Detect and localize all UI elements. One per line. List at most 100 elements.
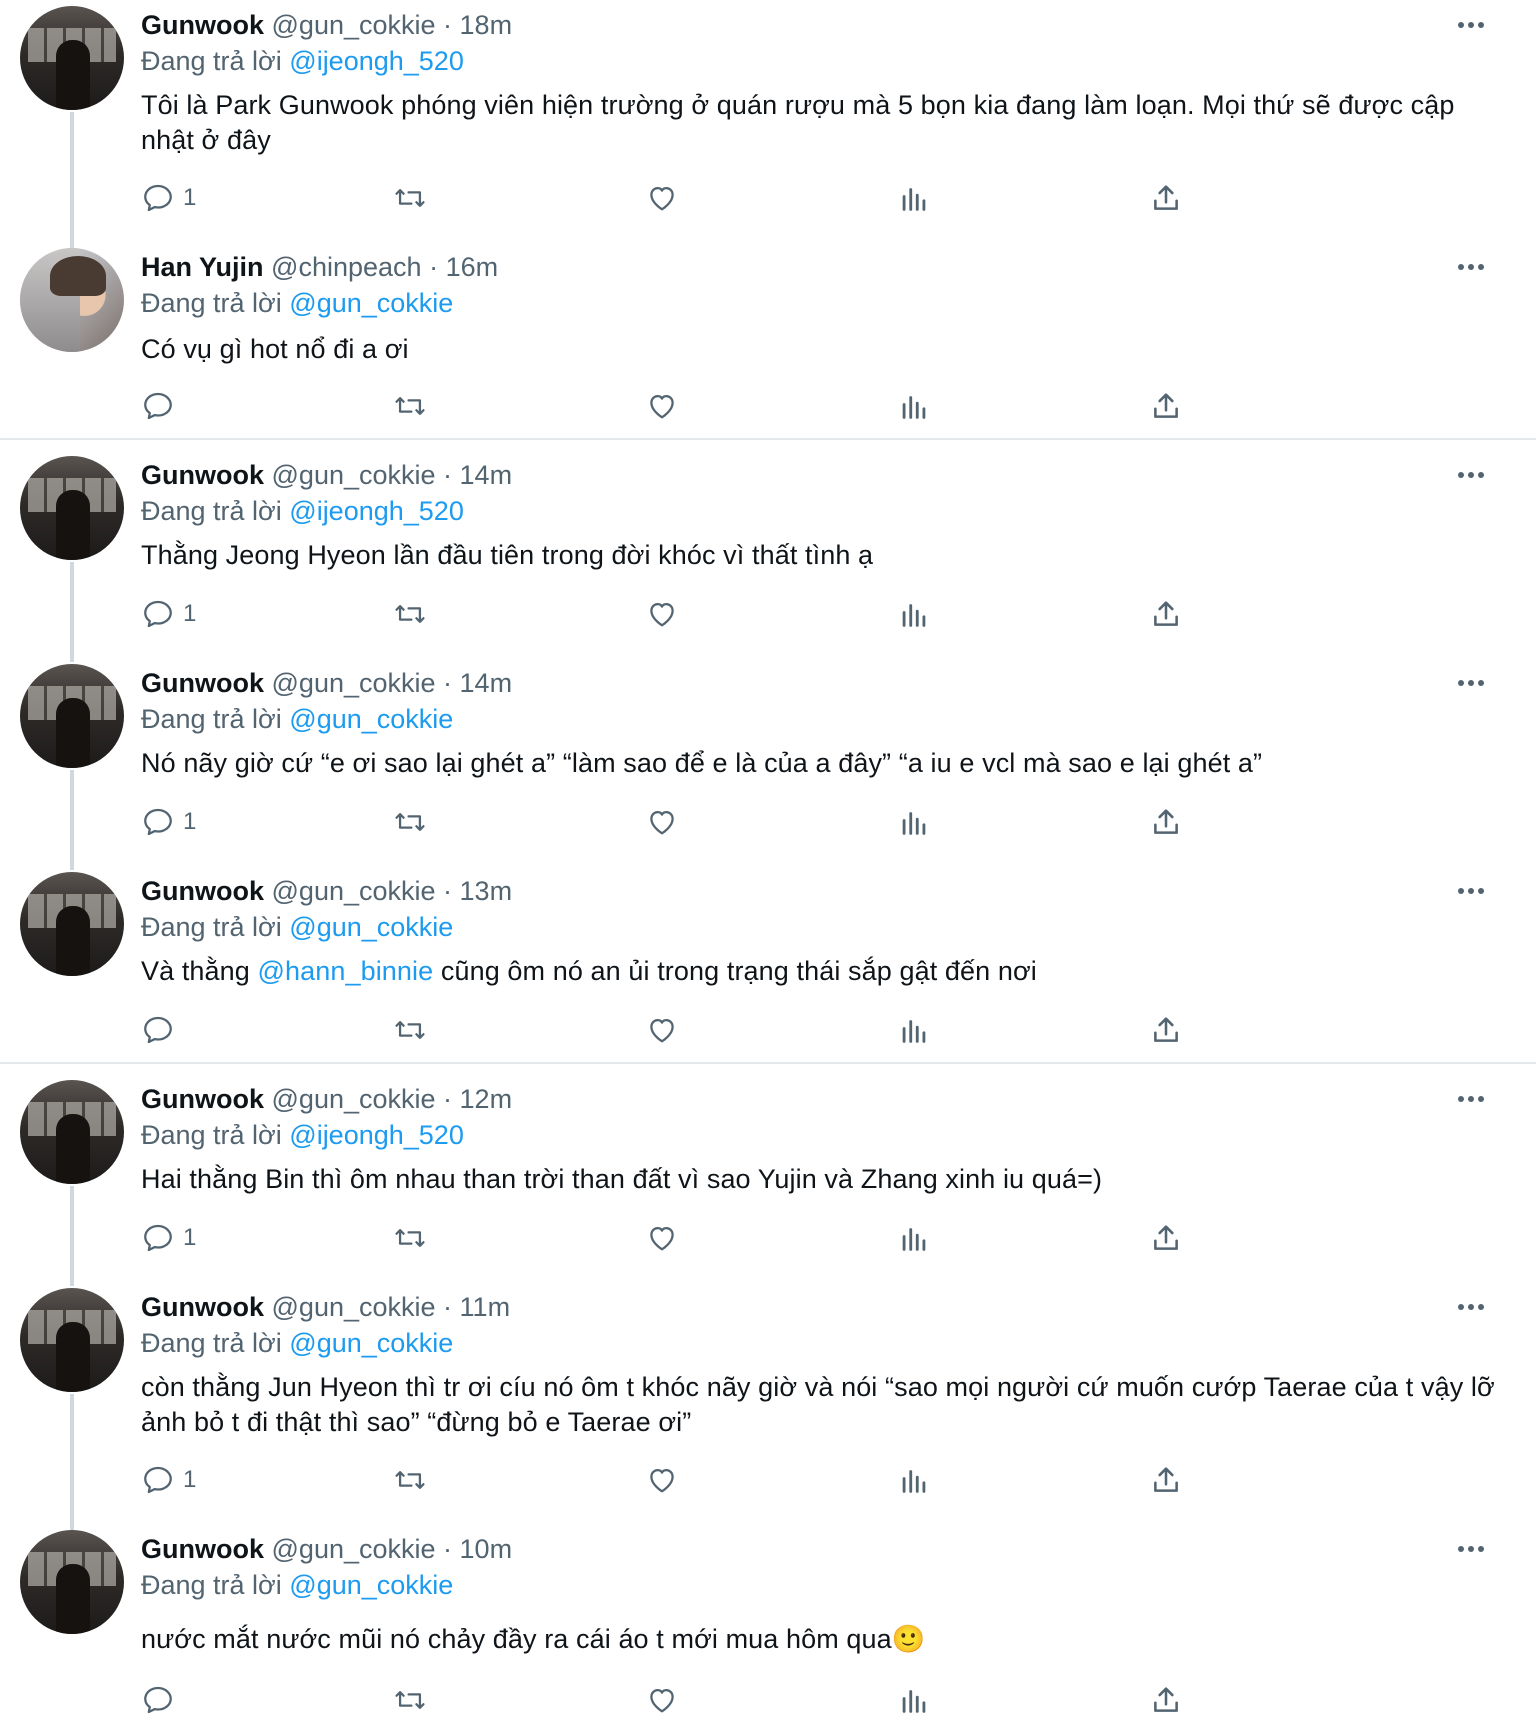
replying-to-mention[interactable]: @ijeongh_520 [289,46,464,76]
display-name[interactable]: Gunwook [141,1534,264,1564]
mention-link[interactable]: @hann_binnie [258,956,434,986]
retweet-button[interactable] [393,594,427,634]
like-button[interactable] [645,1010,679,1050]
like-button[interactable] [645,1680,679,1720]
replying-to-mention[interactable]: @gun_cokkie [289,1570,453,1600]
avatar[interactable] [20,1530,124,1634]
retweet-button[interactable] [393,1460,427,1500]
display-name[interactable]: Gunwook [141,1292,264,1322]
user-handle[interactable]: @gun_cokkie [272,10,436,40]
like-button[interactable] [645,178,679,218]
display-name[interactable]: Gunwook [141,1084,264,1114]
tweet-time[interactable]: · 13m [443,876,512,906]
replying-to-mention[interactable]: @gun_cokkie [289,704,453,734]
share-button[interactable] [1149,594,1183,634]
avatar[interactable] [20,6,124,110]
retweet-button[interactable] [393,802,427,842]
views-button[interactable] [897,1460,931,1500]
views-button[interactable] [897,1680,931,1720]
tweet-5[interactable]: Gunwook @gun_cokkie · 12m Đang trả lời @… [0,1074,1536,1286]
views-button[interactable] [897,594,931,634]
share-button[interactable] [1149,178,1183,218]
like-button[interactable] [645,802,679,842]
more-options-icon[interactable] [1454,458,1488,492]
more-options-icon[interactable] [1454,8,1488,42]
user-handle[interactable]: @gun_cokkie [272,876,436,906]
like-button[interactable] [645,1460,679,1500]
tweet-time[interactable]: · 14m [443,460,512,490]
user-handle[interactable]: @gun_cokkie [272,1292,436,1322]
share-button[interactable] [1149,1680,1183,1720]
tweet-3[interactable]: Gunwook @gun_cokkie · 14m Đang trả lời @… [0,658,1536,870]
user-handle[interactable]: @gun_cokkie [272,1534,436,1564]
tweet-time[interactable]: · 16m [429,252,498,282]
replying-to-mention[interactable]: @gun_cokkie [289,1328,453,1358]
tweet-time[interactable]: · 11m [443,1292,510,1322]
more-options-icon[interactable] [1454,250,1488,284]
replying-to-mention[interactable]: @gun_cokkie [289,288,453,318]
user-handle[interactable]: @gun_cokkie [272,668,436,698]
user-handle[interactable]: @chinpeach [271,252,422,282]
reply-button[interactable] [141,386,183,426]
replying-to-mention[interactable]: @ijeongh_520 [289,1120,464,1150]
tweet-2[interactable]: Gunwook @gun_cokkie · 14m Đang trả lời @… [0,450,1536,662]
avatar[interactable] [20,1080,124,1184]
avatar[interactable] [20,1288,124,1392]
views-button[interactable] [897,386,931,426]
more-options-icon[interactable] [1454,1082,1488,1116]
views-button[interactable] [897,1218,931,1258]
more-options-icon[interactable] [1454,666,1488,700]
retweet-button[interactable] [393,178,427,218]
share-button[interactable] [1149,1010,1183,1050]
like-button[interactable] [645,386,679,426]
share-button[interactable] [1149,386,1183,426]
user-handle[interactable]: @gun_cokkie [272,1084,436,1114]
more-options-icon[interactable] [1454,1532,1488,1566]
share-button[interactable] [1149,802,1183,842]
avatar[interactable] [20,248,124,352]
retweet-button[interactable] [393,1010,427,1050]
analytics-icon [902,1470,926,1493]
reply-button[interactable]: 1 [141,1460,196,1500]
retweet-button[interactable] [393,386,427,426]
tweet-time[interactable]: · 10m [443,1534,512,1564]
avatar[interactable] [20,872,124,976]
reply-button[interactable]: 1 [141,178,196,218]
display-name[interactable]: Gunwook [141,460,264,490]
tweet-time[interactable]: · 12m [443,1084,512,1114]
avatar[interactable] [20,664,124,768]
reply-button[interactable]: 1 [141,802,196,842]
user-handle[interactable]: @gun_cokkie [272,460,436,490]
reply-button[interactable] [141,1010,183,1050]
reply-icon [144,1686,172,1714]
display-name[interactable]: Gunwook [141,668,264,698]
reply-button[interactable]: 1 [141,1218,196,1258]
tweet-4[interactable]: Gunwook @gun_cokkie · 13m Đang trả lời @… [0,866,1536,1056]
retweet-button[interactable] [393,1680,427,1720]
tweet-time[interactable]: · 18m [443,10,512,40]
display-name[interactable]: Gunwook [141,876,264,906]
more-options-icon[interactable] [1454,874,1488,908]
tweet-7[interactable]: Gunwook @gun_cokkie · 10m Đang trả lời @… [0,1524,1536,1733]
like-button[interactable] [645,1218,679,1258]
tweet-1[interactable]: Han Yujin @chinpeach · 16m Đang trả lời … [0,242,1536,432]
display-name[interactable]: Gunwook [141,10,264,40]
share-button[interactable] [1149,1460,1183,1500]
tweet-time[interactable]: · 14m [443,668,512,698]
reply-button[interactable] [141,1680,183,1720]
more-options-icon[interactable] [1454,1290,1488,1324]
display-name[interactable]: Han Yujin [141,252,264,282]
retweet-button[interactable] [393,1218,427,1258]
tweet-6[interactable]: Gunwook @gun_cokkie · 11m Đang trả lời @… [0,1282,1536,1534]
views-button[interactable] [897,1010,931,1050]
tweet-0[interactable]: Gunwook @gun_cokkie · 18m Đang trả lời @… [0,0,1536,252]
avatar[interactable] [20,456,124,560]
replying-to-mention[interactable]: @gun_cokkie [289,912,453,942]
like-button[interactable] [645,594,679,634]
replying-to-mention[interactable]: @ijeongh_520 [289,496,464,526]
share-button[interactable] [1149,1218,1183,1258]
views-button[interactable] [897,802,931,842]
views-button[interactable] [897,178,931,218]
tweet-text: nước mắt nước mũi nó chảy đầy ra cái áo … [141,1624,926,1654]
reply-button[interactable]: 1 [141,594,196,634]
